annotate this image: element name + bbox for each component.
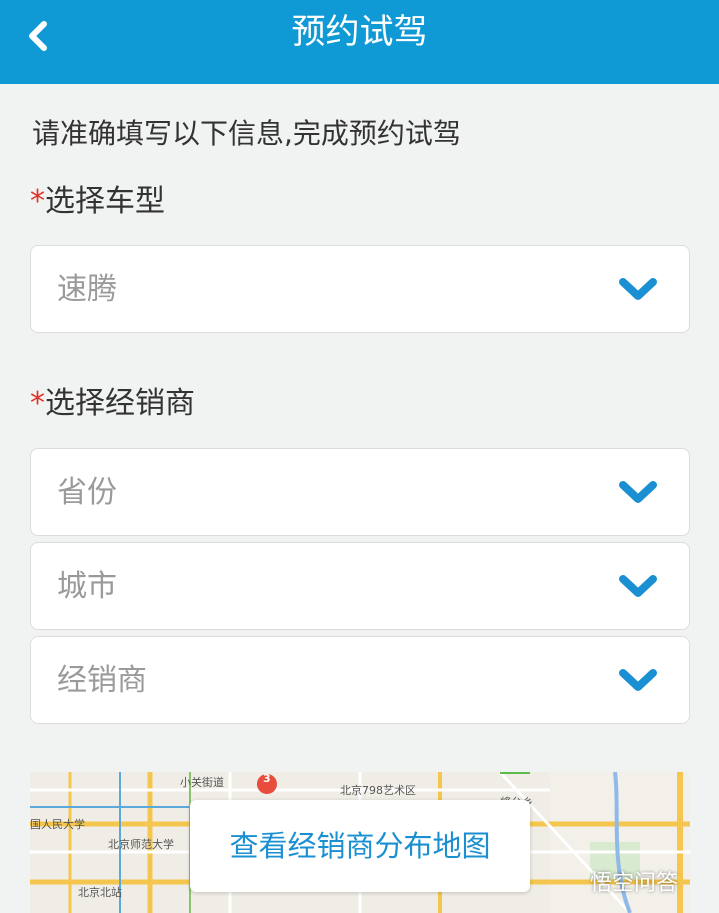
page-title: 预约试驾: [291, 12, 428, 52]
view-dealer-map-button[interactable]: 查看经销商分布地图: [190, 800, 530, 892]
dealer-section-label: *选择经销商: [30, 384, 195, 424]
map-label: 北京北站: [78, 886, 122, 899]
map-marker-number: 3: [263, 772, 271, 785]
city-select[interactable]: 城市: [30, 542, 690, 630]
map-label: 北京师范大学: [108, 838, 174, 851]
map-label: 国人民大学: [30, 818, 85, 831]
chevron-down-icon: [619, 669, 657, 691]
top-bar: 预约试驾: [0, 0, 719, 84]
required-mark: *: [30, 386, 45, 421]
chevron-down-icon: [619, 278, 657, 300]
model-label-text: 选择车型: [45, 184, 165, 219]
dealer-select[interactable]: 经销商: [30, 636, 690, 724]
province-select[interactable]: 省份: [30, 448, 690, 536]
map-label: 北京798艺术区: [340, 784, 416, 797]
intro-text: 请准确填写以下信息,完成预约试驾: [32, 117, 461, 150]
dealer-label-text: 选择经销商: [45, 386, 195, 421]
map-label: 小关街道: [180, 776, 224, 789]
dealer-map[interactable]: 小关街道 北京798艺术区 国人民大学 北京师范大学 北京北站 将台乡 3 查看…: [30, 772, 690, 913]
city-select-placeholder: 城市: [57, 569, 117, 604]
model-section-label: *选择车型: [30, 182, 165, 222]
chevron-down-icon: [619, 481, 657, 503]
model-select[interactable]: 速腾: [30, 245, 690, 333]
view-dealer-map-label: 查看经销商分布地图: [229, 829, 491, 863]
province-select-placeholder: 省份: [57, 475, 117, 510]
dealer-select-placeholder: 经销商: [57, 663, 147, 698]
chevron-down-icon: [619, 575, 657, 597]
watermark-text: 悟空问答: [589, 871, 678, 896]
required-mark: *: [30, 184, 45, 219]
model-select-value: 速腾: [57, 272, 117, 307]
